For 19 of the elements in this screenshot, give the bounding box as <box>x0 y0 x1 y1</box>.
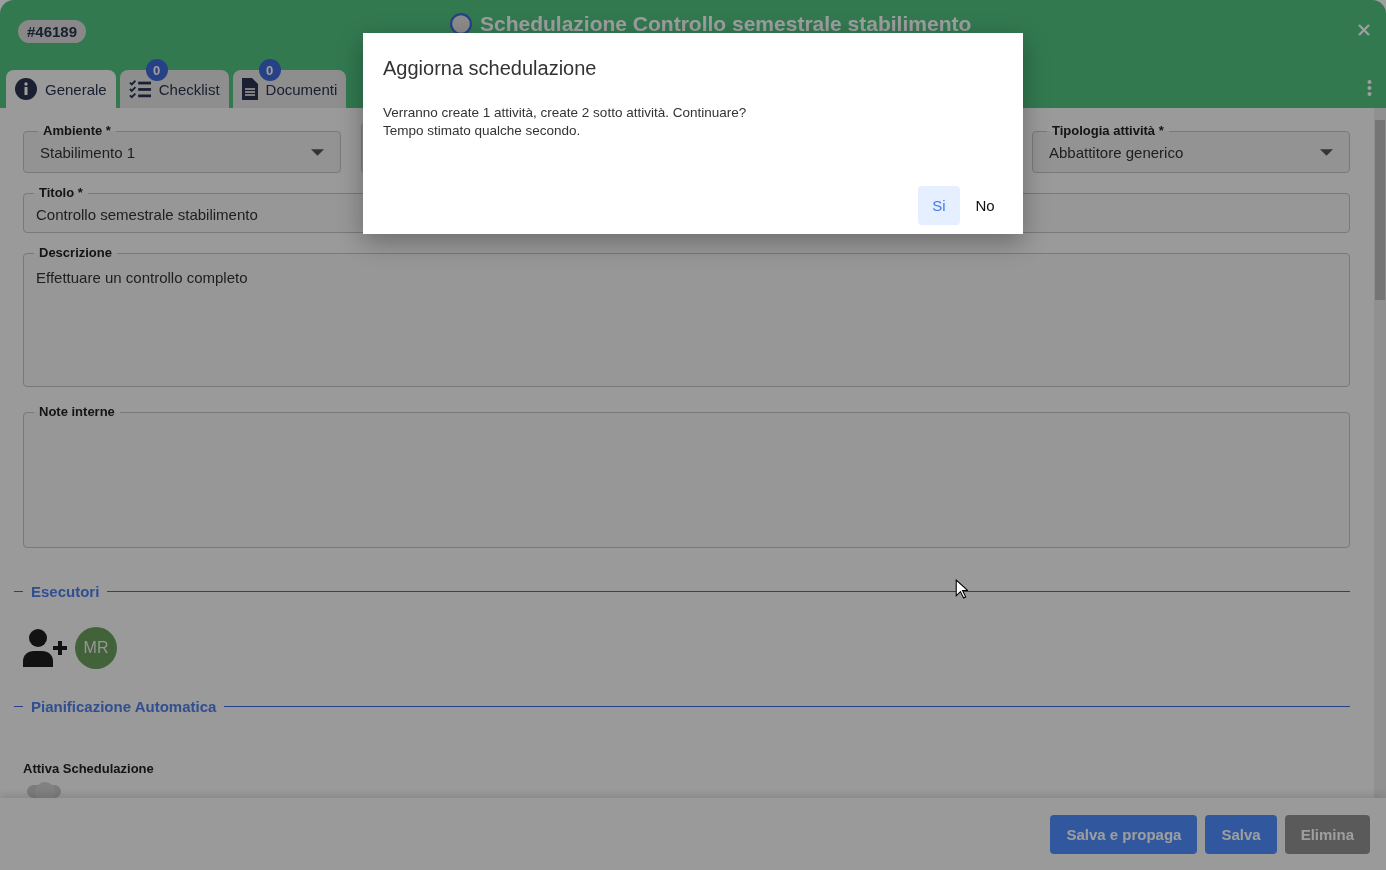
field-value: Controllo semestrale stabilimento <box>36 205 258 223</box>
count-badge: 0 <box>258 59 281 81</box>
field-label: Note interne <box>38 404 116 421</box>
dialog-message: Verranno create 1 attività, create 2 sotto attività. Continuare? <box>383 104 748 122</box>
field-value: Abbattitore generico <box>1049 143 1184 161</box>
window-title: Schedulazione Controllo semestrale stabilimento <box>480 12 972 36</box>
dialog-message: Tempo stimato qualche secondo. <box>383 122 582 140</box>
field-label: Tipologia attività * <box>1051 123 1165 139</box>
section-heading: Pianificazione Automatica <box>31 698 217 716</box>
count-badge: 0 <box>145 59 168 81</box>
id-badge: #46189 <box>18 19 87 43</box>
field-value: Stabilimento 1 <box>40 143 136 161</box>
field-value: Effettuare un controllo completo <box>36 269 249 287</box>
field-label: Descrizione <box>38 245 113 262</box>
dialog-title: Aggiorna schedulazione <box>383 57 598 80</box>
section-heading: Esecutori <box>31 583 100 601</box>
switch-label: Attiva Schedulazione <box>23 760 155 776</box>
field-label: Titolo * <box>38 185 84 201</box>
field-label: Ambiente * <box>42 123 112 139</box>
